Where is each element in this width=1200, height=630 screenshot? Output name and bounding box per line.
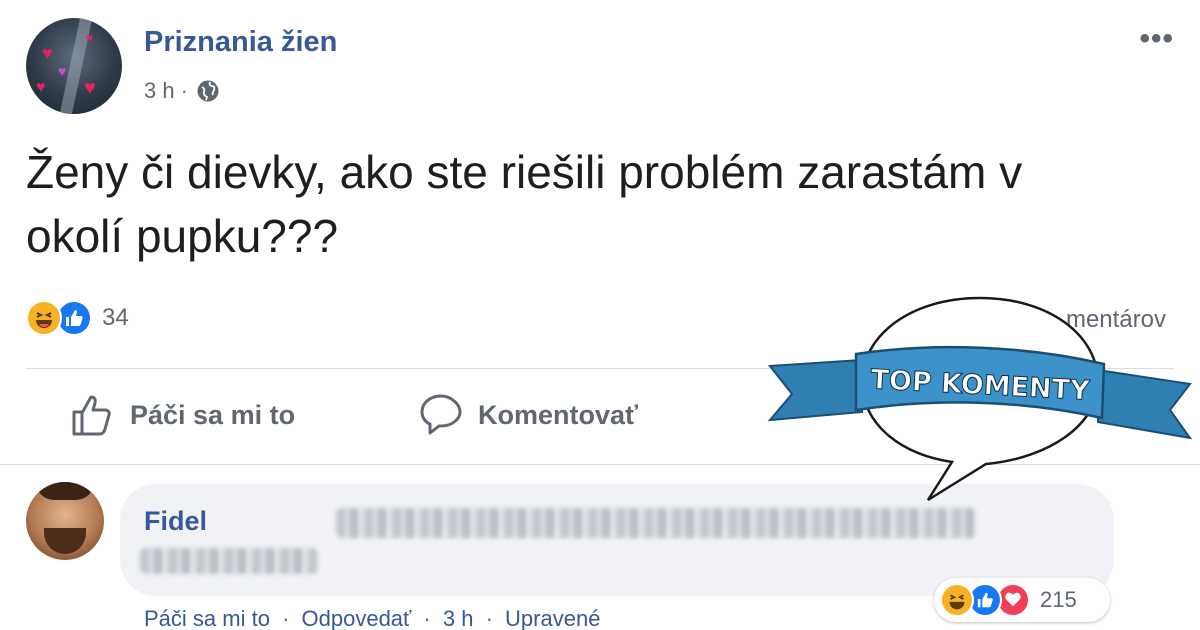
- comment-like-link[interactable]: Páči sa mi to: [144, 606, 270, 630]
- comment-time[interactable]: 3 h: [443, 606, 474, 630]
- avatar-decoration: [36, 482, 94, 500]
- reactions-summary[interactable]: 34: [26, 300, 129, 336]
- like-label: Páči sa mi to: [130, 399, 296, 430]
- post-meta: 3 h ·: [144, 78, 220, 104]
- page-name-link[interactable]: Priznania žien: [144, 26, 337, 59]
- reaction-count: 34: [102, 304, 129, 331]
- heart-icon: ♥: [84, 77, 96, 99]
- heart-icon: ♥: [36, 79, 46, 96]
- ribbon-tail-right: [1097, 368, 1193, 440]
- more-options-icon[interactable]: •••: [1139, 22, 1174, 56]
- heart-icon: ♥: [86, 31, 94, 45]
- page-avatar[interactable]: ♥ ♥ ♥ ♥ ♥: [26, 18, 122, 114]
- comment-actions: Páči sa mi to · Odpovedať · 3 h · Uprave…: [144, 606, 606, 630]
- like-button[interactable]: Páči sa mi to: [70, 392, 295, 438]
- haha-reaction-icon: [940, 583, 974, 617]
- top-comments-badge: TOP KOMENTY: [767, 296, 1193, 502]
- comment-label: Komentovať: [478, 399, 638, 430]
- ribbon-tail-left: [767, 358, 863, 422]
- comment-reactions[interactable]: 215: [934, 578, 1110, 622]
- heart-icon: ♥: [58, 63, 67, 79]
- meta-separator: ·: [423, 606, 431, 630]
- blurred-comment-text: [140, 548, 318, 574]
- commenter-avatar[interactable]: [26, 482, 104, 560]
- avatar-decoration: [44, 528, 86, 554]
- post-time[interactable]: 3 h: [144, 78, 175, 104]
- comment-edited-label[interactable]: Upravené: [505, 606, 600, 630]
- heart-icon: ♥: [42, 43, 53, 63]
- comment-button[interactable]: Komentovať: [418, 392, 638, 438]
- blurred-comment-text: [336, 508, 976, 538]
- globe-icon: [197, 80, 219, 102]
- meta-separator: ·: [180, 78, 188, 103]
- meta-separator: ·: [282, 606, 290, 630]
- commenter-name-link[interactable]: Fidel: [144, 506, 207, 537]
- comment-reply-link[interactable]: Odpovedať: [302, 606, 412, 630]
- meta-separator: ·: [485, 606, 493, 630]
- post-text: Ženy či dievky, ako ste riešili problém …: [26, 146, 1023, 262]
- thumbs-up-icon: [72, 395, 111, 436]
- comment-bubble-icon: [420, 394, 462, 435]
- comment-reaction-count: 215: [1040, 587, 1077, 612]
- haha-reaction-icon: [26, 300, 62, 336]
